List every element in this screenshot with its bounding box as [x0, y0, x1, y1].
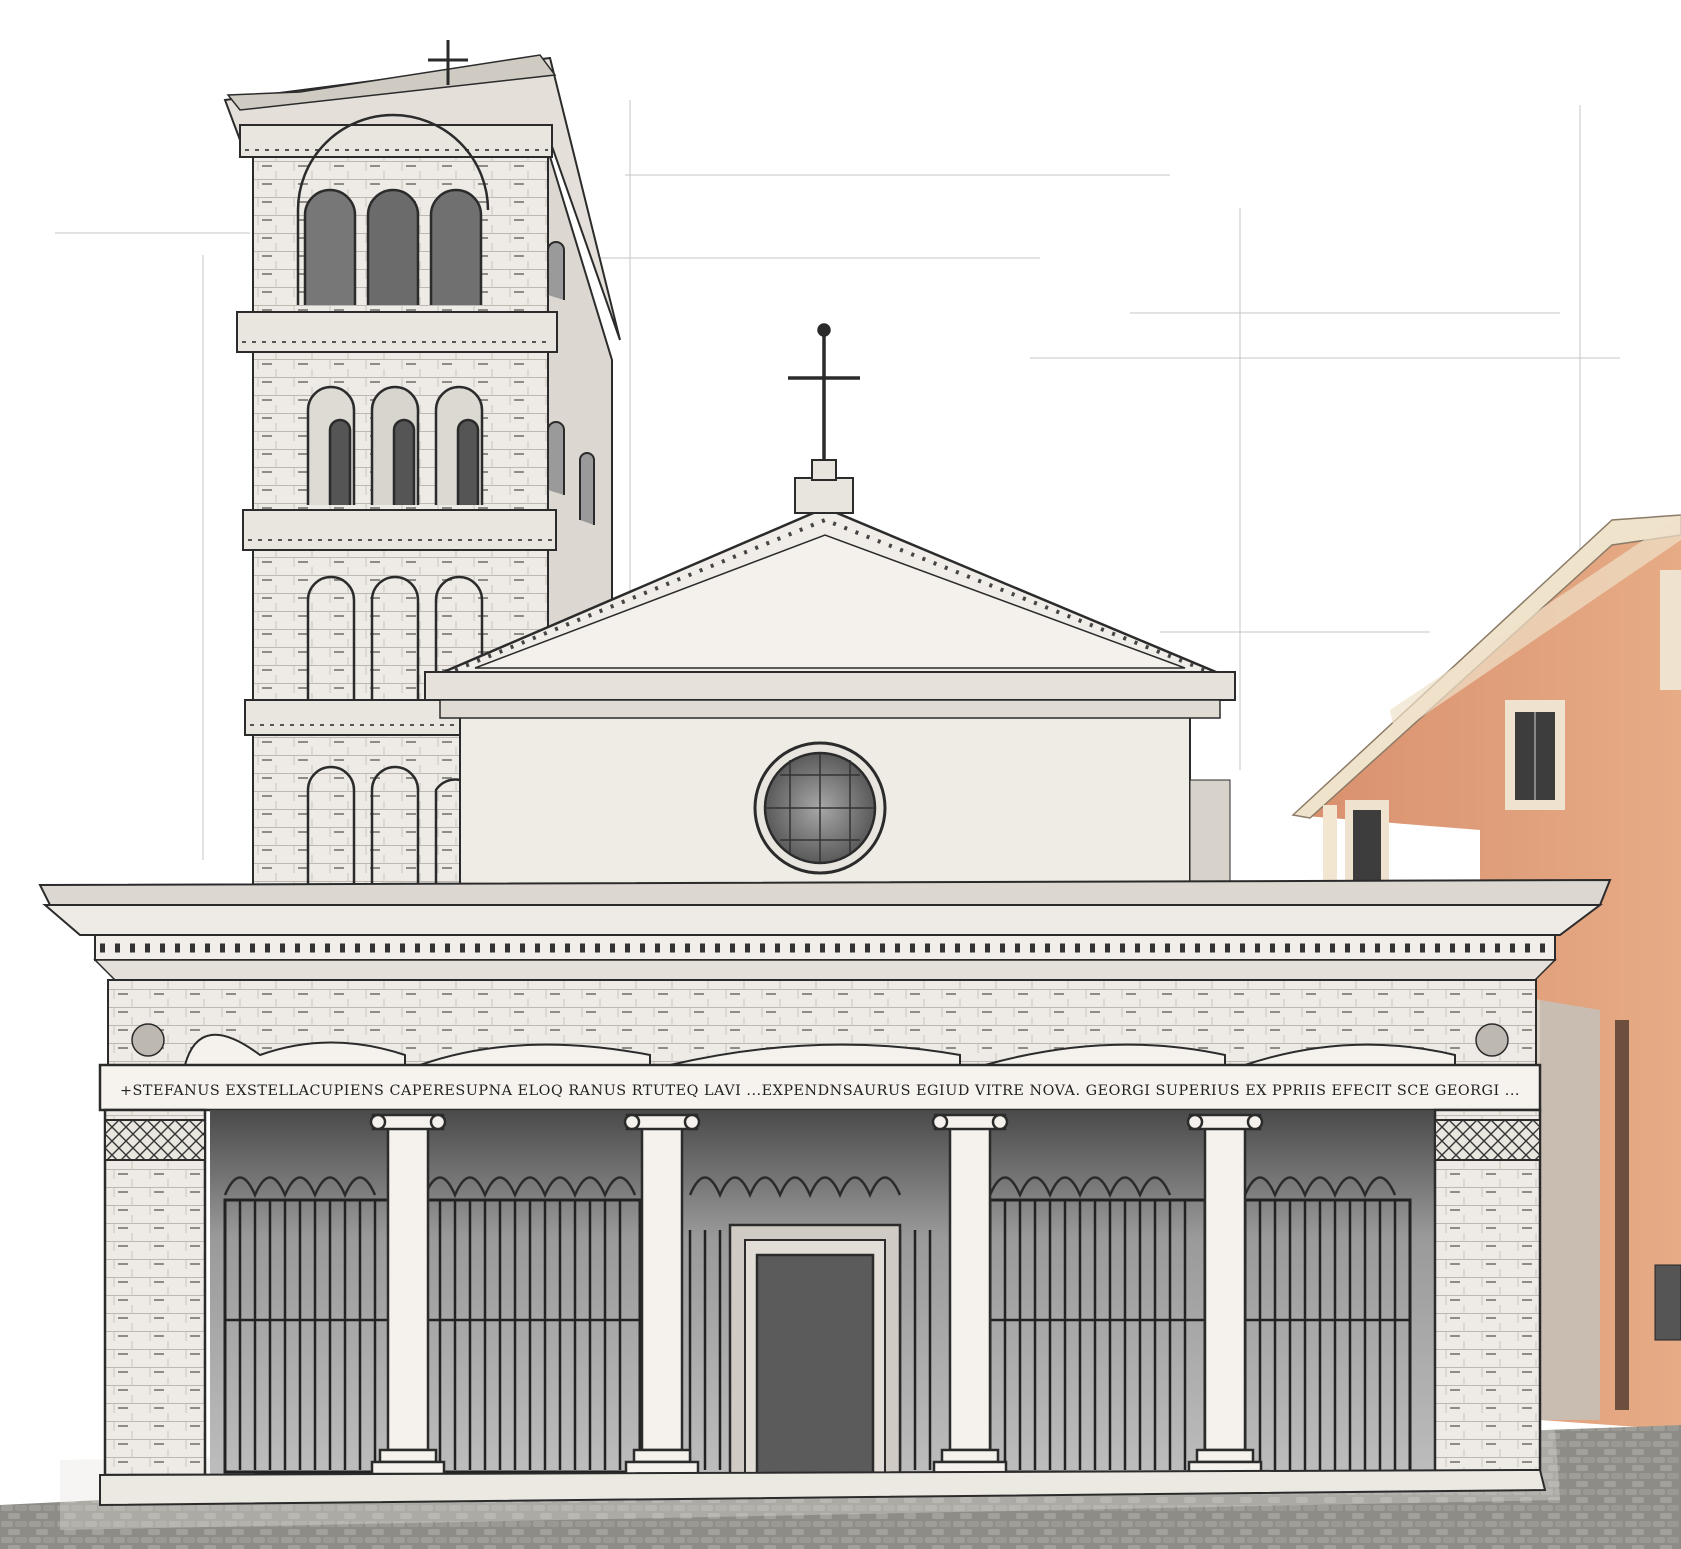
- portico: +STEFANUS EXSTELLACUPIENS CAPERESUPNA EL…: [38, 878, 1612, 1507]
- belfry-arches-middle: [306, 385, 484, 505]
- apex-cross-icon: [788, 323, 860, 460]
- architrave-inscription: +STEFANUS EXSTELLACUPIENS CAPERESUPNA EL…: [120, 1083, 1520, 1099]
- rose-window: [753, 741, 887, 875]
- main-doorway: [728, 1223, 902, 1477]
- church-facade-illustration: +STEFANUS EXSTELLACUPIENS CAPERESUPNA EL…: [0, 40, 1681, 1549]
